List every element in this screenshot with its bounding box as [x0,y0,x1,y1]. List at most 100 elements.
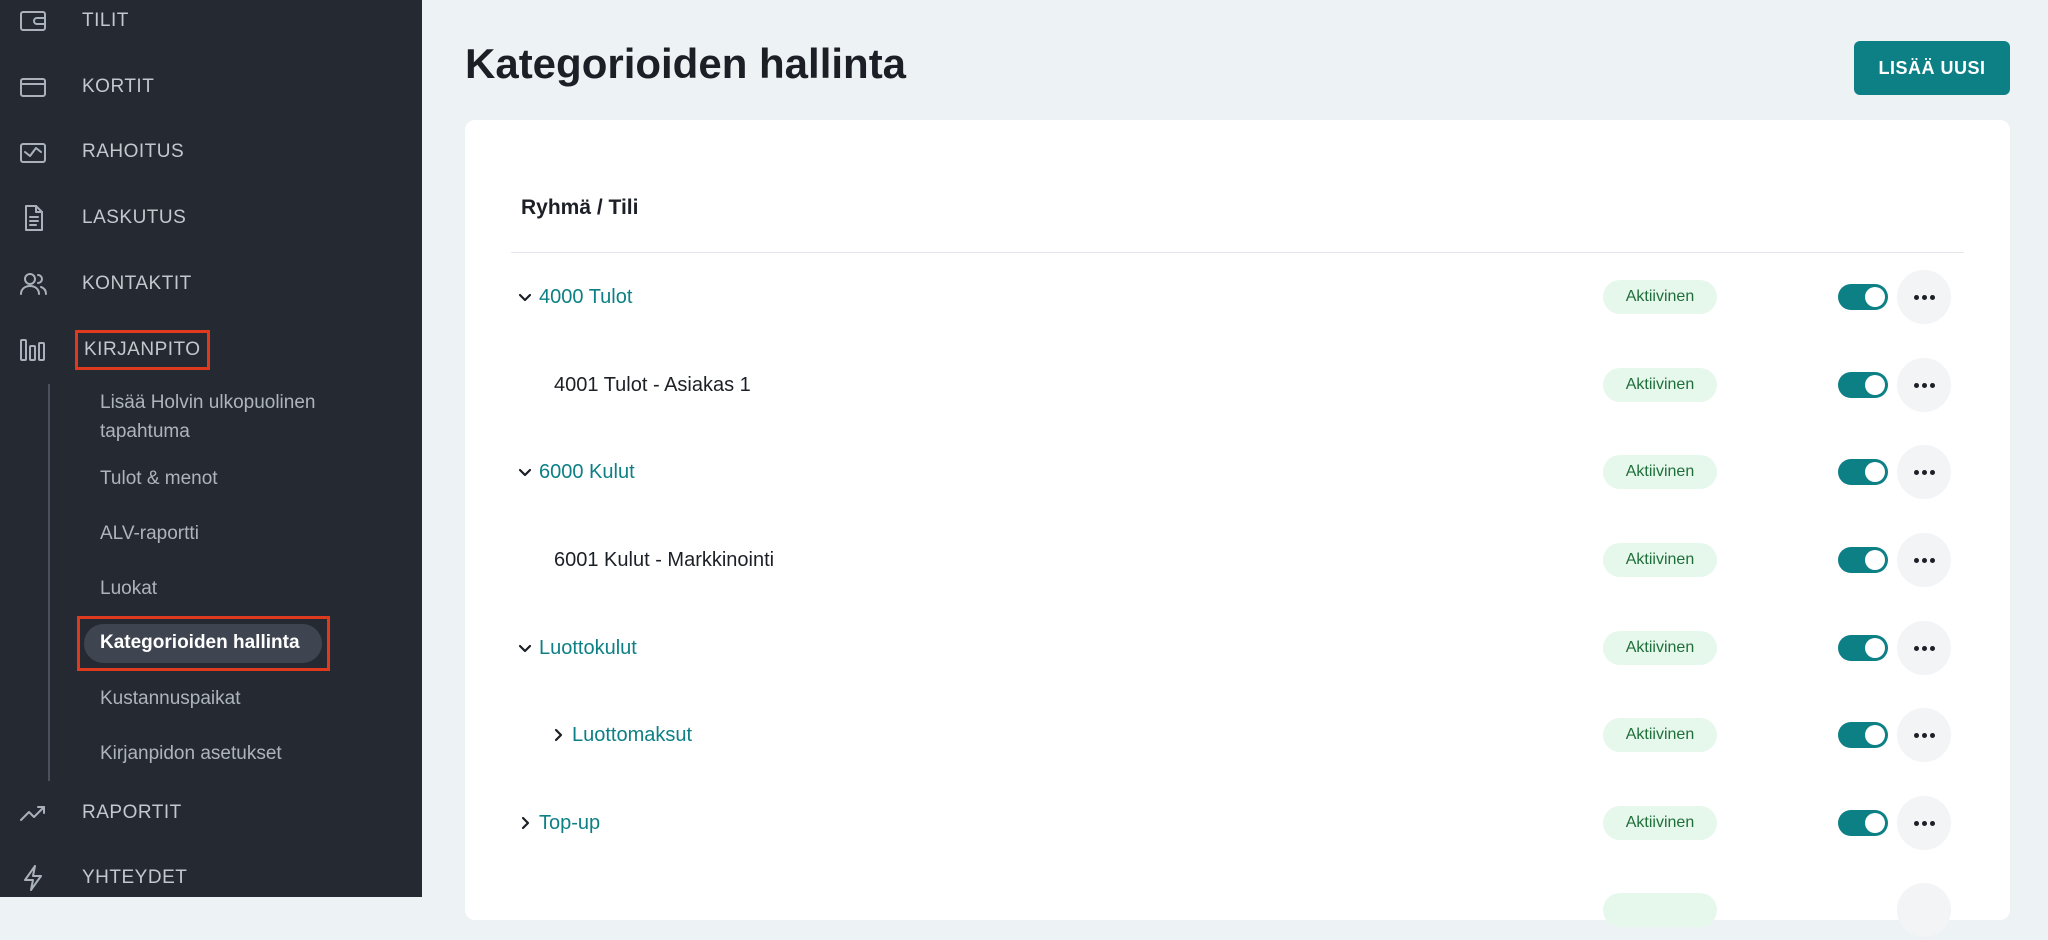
sidebar-item-tilit[interactable]: TILIT [0,0,422,46]
sidebar-item-label: YHTEYDET [82,867,188,888]
chevron-down-icon[interactable] [517,289,533,305]
more-options-button[interactable] [1897,270,1951,324]
sidebar-item-label: LASKUTUS [82,207,187,228]
toggle-knob [1865,375,1885,395]
toggle-knob [1865,287,1885,307]
category-row: Luottomaksut Aktiivinen [465,705,2010,765]
dot [1929,820,1935,826]
sidebar-item-label: RAHOITUS [82,141,185,162]
more-options-button[interactable] [1897,621,1951,675]
submenu-divider [48,384,50,781]
chevron-down-icon[interactable] [517,464,533,480]
more-options-button[interactable] [1897,533,1951,587]
dot [1913,732,1919,738]
status-badge [1603,893,1717,927]
sidebar-item-kortit[interactable]: KORTIT [0,62,422,112]
add-new-button[interactable]: LISÄÄ UUSI [1854,41,2010,95]
sidebar-item-kirjanpito[interactable]: KIRJANPITO [0,325,422,375]
status-badge: Aktiivinen [1603,631,1717,665]
dot [1913,820,1919,826]
status-badge: Aktiivinen [1603,280,1717,314]
submenu-item-label: Luokat [100,578,158,599]
toggle-knob [1865,550,1885,570]
category-group-link[interactable]: Luottomaksut [572,722,692,748]
submenu-item-alv-raportti[interactable]: ALV-raportti [100,519,199,548]
dot [1929,732,1935,738]
sidebar-item-kontaktit[interactable]: KONTAKTIT [0,259,422,309]
chevron-right-icon[interactable] [517,815,533,831]
invoice-icon [18,203,48,233]
status-badge: Aktiivinen [1603,718,1717,752]
dot [1921,469,1927,475]
category-group-link[interactable]: 4000 Tulot [539,284,632,310]
active-toggle[interactable] [1838,810,1888,836]
active-toggle[interactable] [1838,547,1888,573]
toggle-knob [1865,638,1885,658]
dot [1913,557,1919,563]
submenu-item-tulot-menot[interactable]: Tulot & menot [100,464,218,493]
sidebar-item-label: KORTIT [82,76,155,97]
credit-card-icon [18,72,48,102]
page-title: Kategorioiden hallinta [465,40,907,87]
category-group-link[interactable]: Top-up [539,810,600,836]
more-options-button[interactable] [1897,358,1951,412]
submenu-item-label: Kustannuspaikat [100,688,241,709]
financing-icon [18,137,48,167]
more-options-button[interactable] [1897,445,1951,499]
category-row: 6001 Kulut - Markkinointi Aktiivinen [465,530,2010,590]
active-toggle[interactable] [1838,284,1888,310]
sidebar-item-label: KIRJANPITO [75,330,210,370]
app-window: TILIT KORTIT RAHOITUS LASKUTUS KONTAKTIT [0,0,2048,937]
toggle-knob [1865,462,1885,482]
dot [1921,732,1927,738]
dot [1929,294,1935,300]
chevron-down-icon[interactable] [517,640,533,656]
chevron-right-icon[interactable] [550,727,566,743]
active-toggle[interactable] [1838,459,1888,485]
category-group-link[interactable]: Luottokulut [539,635,637,661]
column-header: Ryhmä / Tili [521,196,639,219]
submenu-item-label: Lisää Holvin ulkopuolinen tapahtuma [100,392,316,442]
dot [1929,382,1935,388]
submenu-item-luokat[interactable]: Luokat [100,574,157,603]
sidebar-item-rahoitus[interactable]: RAHOITUS [0,127,422,177]
active-toggle[interactable] [1838,372,1888,398]
category-row: 4000 Tulot Aktiivinen [465,267,2010,327]
sidebar: TILIT KORTIT RAHOITUS LASKUTUS KONTAKTIT [0,0,422,897]
submenu-item-lisaa-tapahtuma[interactable]: Lisää Holvin ulkopuolinen tapahtuma [100,388,370,446]
sidebar-item-laskutus[interactable]: LASKUTUS [0,193,422,243]
active-toggle[interactable] [1838,722,1888,748]
lightning-icon [18,863,48,893]
category-group-link[interactable]: 6000 Kulut [539,459,635,485]
more-options-button[interactable] [1897,883,1951,937]
dot [1921,382,1927,388]
category-row: Top-up Aktiivinen [465,793,2010,853]
active-toggle[interactable] [1838,635,1888,661]
sidebar-item-yhteydet[interactable]: YHTEYDET [0,853,422,903]
status-badge: Aktiivinen [1603,368,1717,402]
toggle-knob [1865,725,1885,745]
dot [1921,820,1927,826]
wallet-icon [18,6,48,36]
header-divider [511,252,1964,253]
account-label: 4001 Tulot - Asiakas 1 [554,374,751,396]
sidebar-item-label: TILIT [82,10,129,31]
submenu-item-label: Tulot & menot [100,468,218,489]
status-badge: Aktiivinen [1603,543,1717,577]
submenu-item-kustannuspaikat[interactable]: Kustannuspaikat [100,684,241,713]
submenu-item-label: Kategorioiden hallinta [100,632,300,653]
dot [1929,645,1935,651]
sidebar-item-label: RAPORTIT [82,802,182,823]
more-options-button[interactable] [1897,796,1951,850]
dot [1921,557,1927,563]
submenu-item-kirjanpidon-asetukset[interactable]: Kirjanpidon asetukset [100,739,282,768]
dot [1913,294,1919,300]
dot [1921,645,1927,651]
toggle-knob [1865,813,1885,833]
more-options-button[interactable] [1897,708,1951,762]
contacts-icon [18,269,48,299]
bar-chart-icon [18,335,48,365]
status-badge: Aktiivinen [1603,806,1717,840]
trending-up-icon [18,798,48,828]
sidebar-item-raportit[interactable]: RAPORTIT [0,788,422,838]
